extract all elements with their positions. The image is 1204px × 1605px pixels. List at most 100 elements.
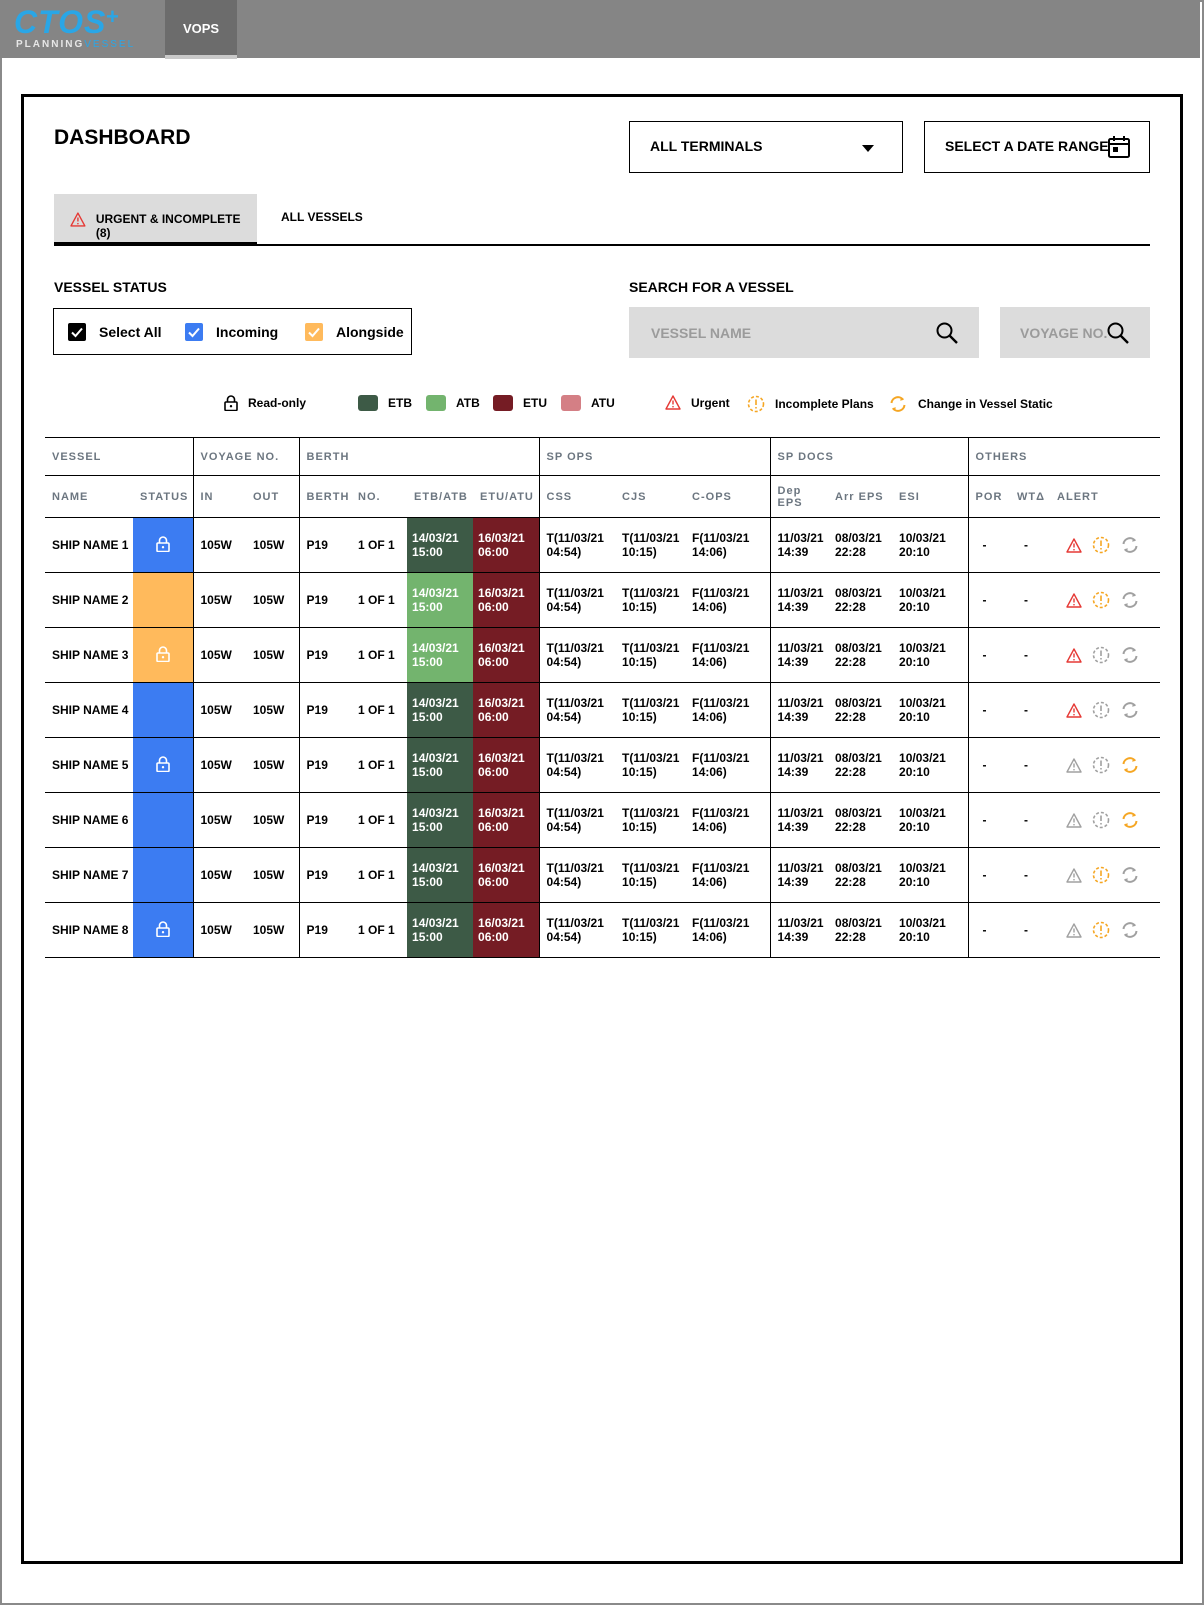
- etu-time: 06:00: [478, 820, 509, 834]
- warning-icon[interactable]: [1066, 757, 1082, 773]
- table-row[interactable]: SHIP NAME 8 105W 105W P19 1 OF 1 14/03/2…: [45, 902, 1161, 958]
- sync-icon[interactable]: [1120, 646, 1140, 664]
- checkbox-incoming[interactable]: Incoming: [185, 323, 278, 341]
- alert-cell: [1050, 517, 1161, 573]
- warning-icon[interactable]: [1066, 592, 1082, 608]
- date-range-picker[interactable]: SELECT A DATE RANGE: [924, 121, 1150, 173]
- incomplete-icon[interactable]: [1092, 811, 1110, 829]
- nav-tab-vops[interactable]: VOPS: [165, 0, 237, 59]
- status-cell: [133, 847, 193, 903]
- status-cell: [133, 572, 193, 628]
- col-etb-atb[interactable]: ETB/ATB: [407, 475, 474, 518]
- sync-icon[interactable]: [1120, 921, 1140, 939]
- cops-time: 14:06): [692, 820, 727, 834]
- search-icon[interactable]: [1106, 321, 1130, 345]
- warning-icon[interactable]: [1066, 867, 1082, 883]
- vessel-name-cell[interactable]: SHIP NAME 1: [45, 517, 133, 573]
- terminals-dropdown[interactable]: ALL TERMINALS: [629, 121, 903, 173]
- checkbox-alongside[interactable]: Alongside: [305, 323, 404, 341]
- vessel-name-cell[interactable]: SHIP NAME 4: [45, 682, 133, 738]
- sync-icon[interactable]: [1120, 591, 1140, 609]
- calendar-icon: [1108, 136, 1130, 158]
- warning-icon[interactable]: [1066, 702, 1082, 718]
- lock-icon: [155, 755, 170, 772]
- table-row[interactable]: SHIP NAME 7 105W 105W P19 1 OF 1 14/03/2…: [45, 847, 1161, 903]
- berth-no-cell: 1 OF 1: [351, 902, 408, 958]
- cjs-time: 10:15): [622, 710, 657, 724]
- vessel-name-cell[interactable]: SHIP NAME 7: [45, 847, 133, 903]
- warning-icon[interactable]: [1066, 647, 1082, 663]
- warning-icon[interactable]: [1066, 812, 1082, 828]
- tab-all-vessels[interactable]: ALL VESSELS: [281, 210, 363, 224]
- vessel-name-cell[interactable]: SHIP NAME 3: [45, 627, 133, 683]
- wta-cell: -: [1010, 627, 1051, 683]
- col-berth[interactable]: BERTH: [298, 475, 352, 518]
- voyage-out-cell: 105W: [246, 627, 300, 683]
- col-status[interactable]: STATUS: [133, 475, 193, 518]
- cjs-time: 10:15): [622, 765, 657, 779]
- sync-icon[interactable]: [1120, 811, 1140, 829]
- col-no[interactable]: NO.: [351, 475, 408, 518]
- app-logo[interactable]: CTOS + PLANNINGVESSEL: [14, 4, 133, 52]
- col-por[interactable]: POR: [967, 475, 1011, 518]
- col-etu-atu[interactable]: ETU/ATU: [473, 475, 540, 518]
- cops-time: 14:06): [692, 600, 727, 614]
- table-row[interactable]: SHIP NAME 5 105W 105W P19 1 OF 1 14/03/2…: [45, 737, 1161, 793]
- css-date: T(11/03/21: [546, 916, 604, 930]
- col-out[interactable]: OUT: [246, 475, 300, 518]
- legend-readonly: Read-only: [224, 395, 306, 411]
- etb-atb-cell: 14/03/21 15:00: [407, 902, 474, 958]
- status-cell: [133, 627, 193, 683]
- col-alert[interactable]: ALERT: [1050, 475, 1161, 518]
- legend-atb: ATB: [426, 395, 480, 411]
- incoming-label: Incoming: [216, 324, 279, 340]
- incomplete-icon[interactable]: [1092, 536, 1110, 554]
- etu-atu-cell: 16/03/21 06:00: [473, 847, 540, 903]
- incomplete-icon[interactable]: [1092, 646, 1110, 664]
- vessel-name-cell[interactable]: SHIP NAME 2: [45, 572, 133, 628]
- incomplete-icon[interactable]: [1092, 921, 1110, 939]
- checkbox-select-all[interactable]: Select All: [68, 323, 162, 341]
- col-arr-eps[interactable]: Arr EPS: [828, 475, 893, 518]
- table-row[interactable]: SHIP NAME 2 105W 105W P19 1 OF 1 14/03/2…: [45, 572, 1161, 628]
- cjs-time: 10:15): [622, 820, 657, 834]
- col-dep-eps[interactable]: Dep EPS: [769, 475, 829, 518]
- col-wta[interactable]: WTΔ: [1010, 475, 1051, 518]
- col-in[interactable]: IN: [192, 475, 246, 518]
- sync-icon: [890, 396, 906, 412]
- vessel-name-cell[interactable]: SHIP NAME 6: [45, 792, 133, 848]
- col-css[interactable]: CSS: [538, 475, 616, 518]
- incomplete-icon[interactable]: [1092, 591, 1110, 609]
- vessel-name-cell[interactable]: SHIP NAME 5: [45, 737, 133, 793]
- vessel-name-cell[interactable]: SHIP NAME 8: [45, 902, 133, 958]
- tab-urgent-incomplete[interactable]: URGENT & INCOMPLETE (8): [54, 194, 257, 246]
- incomplete-icon[interactable]: [1092, 756, 1110, 774]
- lock-icon: [155, 920, 170, 937]
- alert-icons: [1057, 701, 1160, 719]
- table-row[interactable]: SHIP NAME 6 105W 105W P19 1 OF 1 14/03/2…: [45, 792, 1161, 848]
- sync-icon[interactable]: [1120, 536, 1140, 554]
- etu-atu-cell: 16/03/21 06:00: [473, 572, 540, 628]
- col-cops[interactable]: C-OPS: [685, 475, 771, 518]
- sync-icon[interactable]: [1120, 756, 1140, 774]
- warning-icon[interactable]: [1066, 922, 1082, 938]
- search-icon[interactable]: [935, 321, 959, 345]
- sync-icon[interactable]: [1120, 866, 1140, 884]
- col-name[interactable]: NAME: [45, 475, 133, 518]
- vessel-name-search-input[interactable]: VESSEL NAME: [629, 307, 979, 358]
- sync-icon[interactable]: [1120, 701, 1140, 719]
- incomplete-icon[interactable]: [1092, 701, 1110, 719]
- table-row[interactable]: SHIP NAME 1 105W 105W P19 1 OF 1 14/03/2…: [45, 517, 1161, 573]
- incomplete-icon[interactable]: [1092, 866, 1110, 884]
- table-row[interactable]: SHIP NAME 4 105W 105W P19 1 OF 1 14/03/2…: [45, 682, 1161, 738]
- css-time: 04:54): [546, 820, 582, 834]
- caret-down-icon: [862, 145, 874, 152]
- voyage-no-search-input[interactable]: VOYAGE NO.: [1000, 307, 1150, 358]
- table-row[interactable]: SHIP NAME 3 105W 105W P19 1 OF 1 14/03/2…: [45, 627, 1161, 683]
- alert-icons: [1057, 756, 1160, 774]
- col-cjs[interactable]: CJS: [615, 475, 686, 518]
- dep-eps-cell: 11/03/21 14:39: [769, 517, 829, 573]
- warning-icon[interactable]: [1066, 537, 1082, 553]
- css-cell: T(11/03/21 04:54): [538, 737, 616, 793]
- col-esi[interactable]: ESI: [892, 475, 969, 518]
